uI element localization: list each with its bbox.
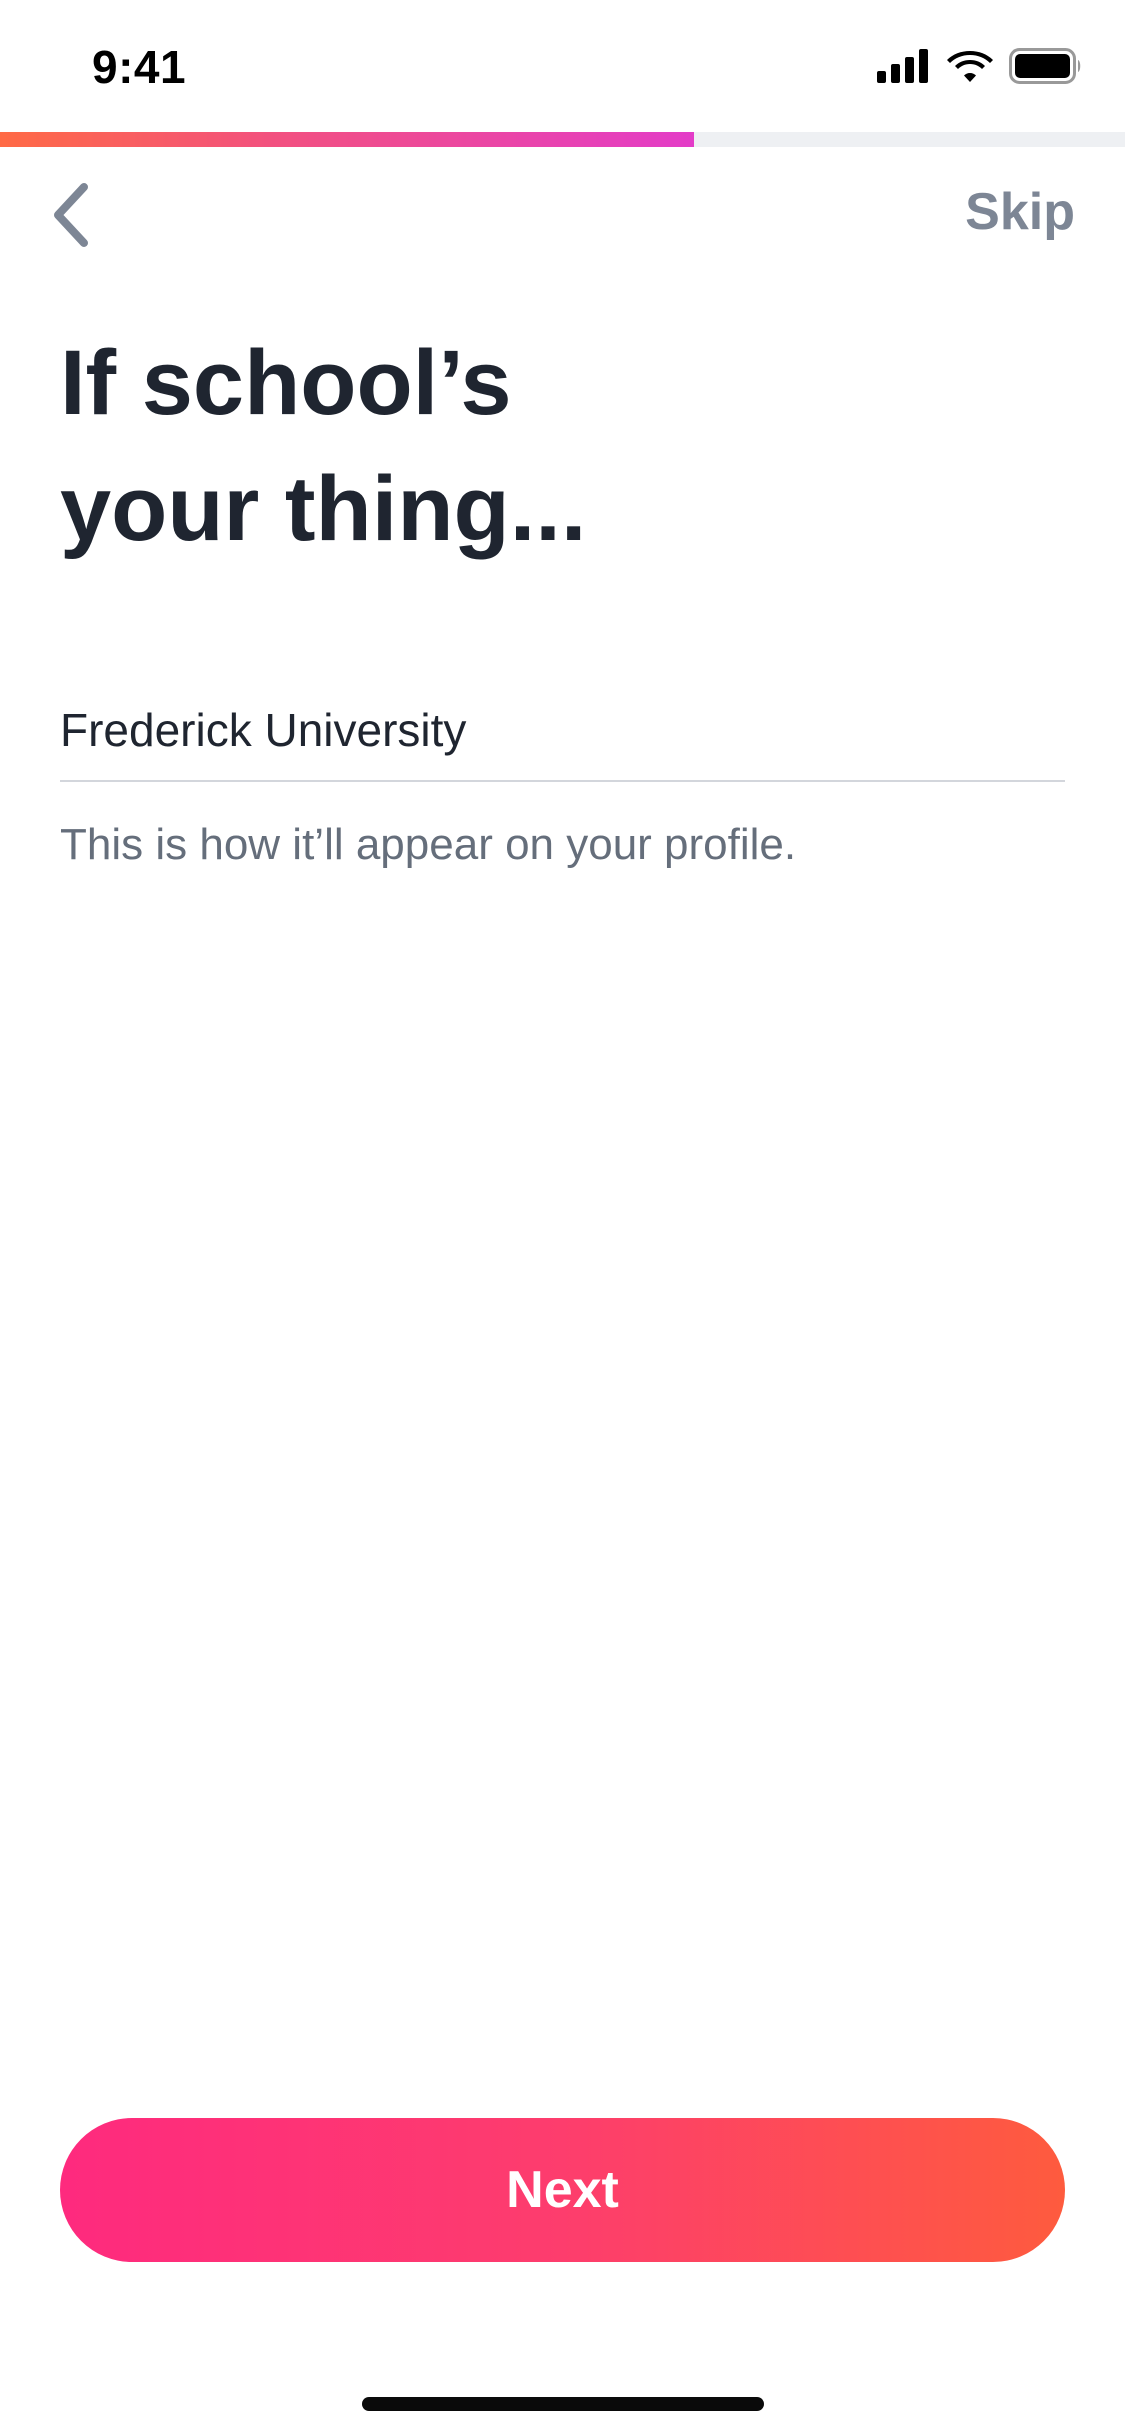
- onboarding-progress-fill: [0, 132, 695, 147]
- chevron-left-icon: [54, 183, 88, 247]
- home-indicator: [362, 2397, 764, 2411]
- page-title-line-2: your thing...: [60, 458, 587, 560]
- school-input[interactable]: [60, 680, 1065, 782]
- status-time: 9:41: [92, 41, 187, 93]
- skip-button[interactable]: Skip: [965, 182, 1075, 242]
- next-button[interactable]: Next: [60, 2118, 1065, 2262]
- wifi-icon: [947, 51, 993, 82]
- cellular-signal-icon: [877, 49, 928, 83]
- back-button[interactable]: [40, 175, 100, 255]
- battery-icon: [1009, 48, 1081, 84]
- onboarding-progress-bar: [0, 132, 1125, 147]
- status-bar: 9:41: [0, 0, 1125, 132]
- status-icons: [877, 48, 1083, 84]
- helper-text: This is how it’ll appear on your profile…: [60, 820, 797, 869]
- page-title: If school’s your thing...: [60, 320, 960, 572]
- page-title-line-1: If school’s: [60, 332, 512, 434]
